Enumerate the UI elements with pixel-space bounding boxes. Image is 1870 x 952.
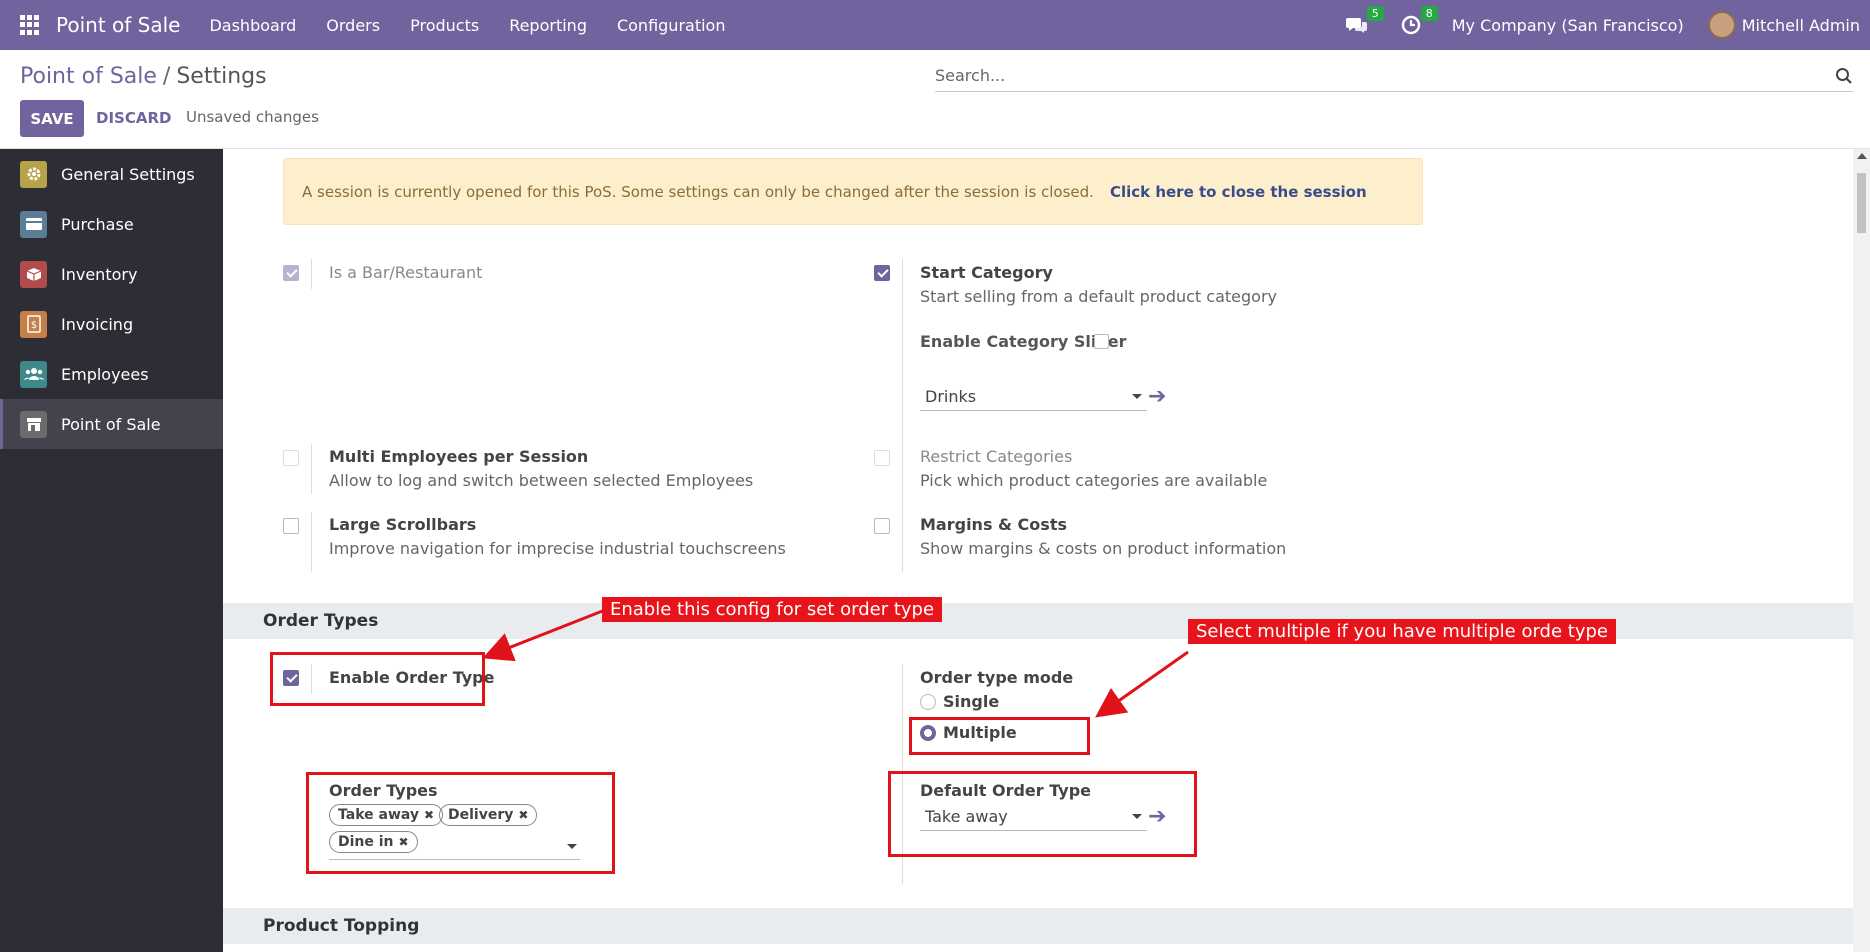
product-topping-section-heading: Product Topping	[223, 908, 1853, 944]
svg-text:$: $	[30, 320, 36, 331]
search-bar	[935, 60, 1853, 92]
discard-button[interactable]: DISCARD	[96, 109, 171, 127]
breadcrumb-root[interactable]: Point of Sale	[20, 64, 157, 89]
sidebar-item-invoicing[interactable]: $ Invoicing	[0, 299, 223, 349]
scrollbar-thumb[interactable]	[1857, 173, 1866, 233]
start-category-desc: Start selling from a default product cat…	[920, 287, 1277, 306]
sidebar-item-point-of-sale[interactable]: Point of Sale	[0, 399, 223, 449]
scroll-up-arrow-icon[interactable]	[1857, 153, 1867, 159]
annotation-box-multiple	[909, 717, 1090, 755]
mode-single-radio[interactable]	[920, 694, 936, 710]
menu-configuration[interactable]: Configuration	[617, 16, 726, 35]
sidebar-item-label: Point of Sale	[61, 414, 161, 434]
main-scrollbar[interactable]	[1853, 149, 1870, 952]
control-panel: Point of Sale/Settings SAVE DISCARD Unsa…	[0, 50, 1870, 149]
chevron-down-icon	[1132, 394, 1142, 399]
multi-employees-title: Multi Employees per Session	[329, 447, 589, 466]
divider	[311, 444, 312, 494]
start-category-select[interactable]: Drinks	[920, 383, 1147, 411]
large-scrollbars-title: Large Scrollbars	[329, 515, 477, 534]
sidebar-item-general-settings[interactable]: General Settings	[0, 149, 223, 199]
divider	[311, 512, 312, 572]
settings-sidebar: General Settings Purchase Inventory $ In…	[0, 149, 223, 952]
large-scrollbars-checkbox[interactable]	[283, 518, 299, 534]
menu-reporting[interactable]: Reporting	[509, 16, 587, 35]
annotation-box-order-types	[306, 772, 615, 874]
credit-card-icon	[20, 210, 47, 238]
mode-single-label[interactable]: Single	[943, 692, 999, 711]
search-input[interactable]	[935, 66, 1835, 85]
divider	[902, 259, 903, 572]
margins-costs-checkbox[interactable]	[874, 518, 890, 534]
top-navbar: Point of Sale Dashboard Orders Products …	[0, 0, 1870, 50]
sidebar-item-purchase[interactable]: Purchase	[0, 199, 223, 249]
multi-employees-checkbox[interactable]	[283, 450, 299, 466]
divider	[311, 259, 312, 289]
order-type-mode-label: Order type mode	[920, 668, 1074, 687]
sidebar-item-label: Inventory	[61, 264, 138, 284]
menu-products[interactable]: Products	[410, 16, 479, 35]
users-icon	[20, 360, 47, 388]
sidebar-item-label: Purchase	[61, 214, 134, 234]
gear-icon	[20, 160, 47, 188]
annotation-enable-note: Enable this config for set order type	[602, 597, 943, 622]
user-avatar[interactable]	[1707, 11, 1736, 39]
sidebar-item-inventory[interactable]: Inventory	[0, 249, 223, 299]
breadcrumb: Point of Sale / Settings	[20, 64, 267, 89]
user-menu[interactable]: Mitchell Admin	[1742, 16, 1860, 35]
sidebar-item-label: General Settings	[61, 164, 195, 184]
save-button[interactable]: SAVE	[20, 100, 84, 137]
search-icon[interactable]	[1835, 67, 1853, 85]
restrict-categories-desc: Pick which product categories are availa…	[920, 471, 1268, 490]
activities-button[interactable]: 8	[1398, 6, 1438, 38]
menu-orders[interactable]: Orders	[326, 16, 380, 35]
category-slider-checkbox[interactable]	[1094, 334, 1109, 349]
bar-restaurant-checkbox[interactable]	[283, 265, 299, 281]
annotation-box-default-order-type	[888, 771, 1197, 857]
multi-employees-desc: Allow to log and switch between selected…	[329, 471, 754, 490]
menu-dashboard[interactable]: Dashboard	[209, 16, 296, 35]
restrict-categories-title: Restrict Categories	[920, 447, 1073, 466]
start-category-checkbox[interactable]	[874, 265, 890, 281]
sidebar-item-label: Invoicing	[61, 314, 134, 334]
session-alert: A session is currently opened for this P…	[283, 158, 1423, 225]
chat-icon	[1345, 18, 1367, 33]
app-brand[interactable]: Point of Sale	[56, 13, 180, 37]
sidebar-item-employees[interactable]: Employees	[0, 349, 223, 399]
annotation-multiple-note: Select multiple if you have multiple ord…	[1188, 619, 1616, 644]
apps-grid-icon[interactable]	[20, 15, 40, 35]
messages-badge: 5	[1366, 6, 1384, 21]
annotation-box-enable-order-type	[270, 652, 485, 706]
activities-badge: 8	[1420, 6, 1438, 21]
margins-costs-desc: Show margins & costs on product informat…	[920, 539, 1287, 558]
invoice-icon: $	[20, 310, 47, 338]
start-category-title: Start Category	[920, 263, 1053, 282]
sidebar-item-label: Employees	[61, 364, 149, 384]
restrict-categories-checkbox[interactable]	[874, 450, 890, 466]
unsaved-indicator: Unsaved changes	[186, 108, 319, 126]
messages-button[interactable]: 5	[1344, 6, 1384, 38]
close-session-link[interactable]: Click here to close the session	[1110, 183, 1367, 201]
internal-link-arrow-icon[interactable]: ➔	[1148, 384, 1166, 409]
start-category-value: Drinks	[925, 387, 977, 406]
box-icon	[20, 260, 47, 288]
alert-text: A session is currently opened for this P…	[302, 182, 1094, 201]
company-switcher[interactable]: My Company (San Francisco)	[1452, 16, 1684, 35]
store-icon	[20, 410, 47, 438]
margins-costs-title: Margins & Costs	[920, 515, 1067, 534]
clock-icon	[1401, 15, 1420, 35]
large-scrollbars-desc: Improve navigation for imprecise industr…	[329, 539, 786, 558]
breadcrumb-separator: /	[162, 64, 171, 89]
bar-restaurant-title: Is a Bar/Restaurant	[329, 263, 483, 282]
breadcrumb-current: Settings	[176, 64, 267, 89]
